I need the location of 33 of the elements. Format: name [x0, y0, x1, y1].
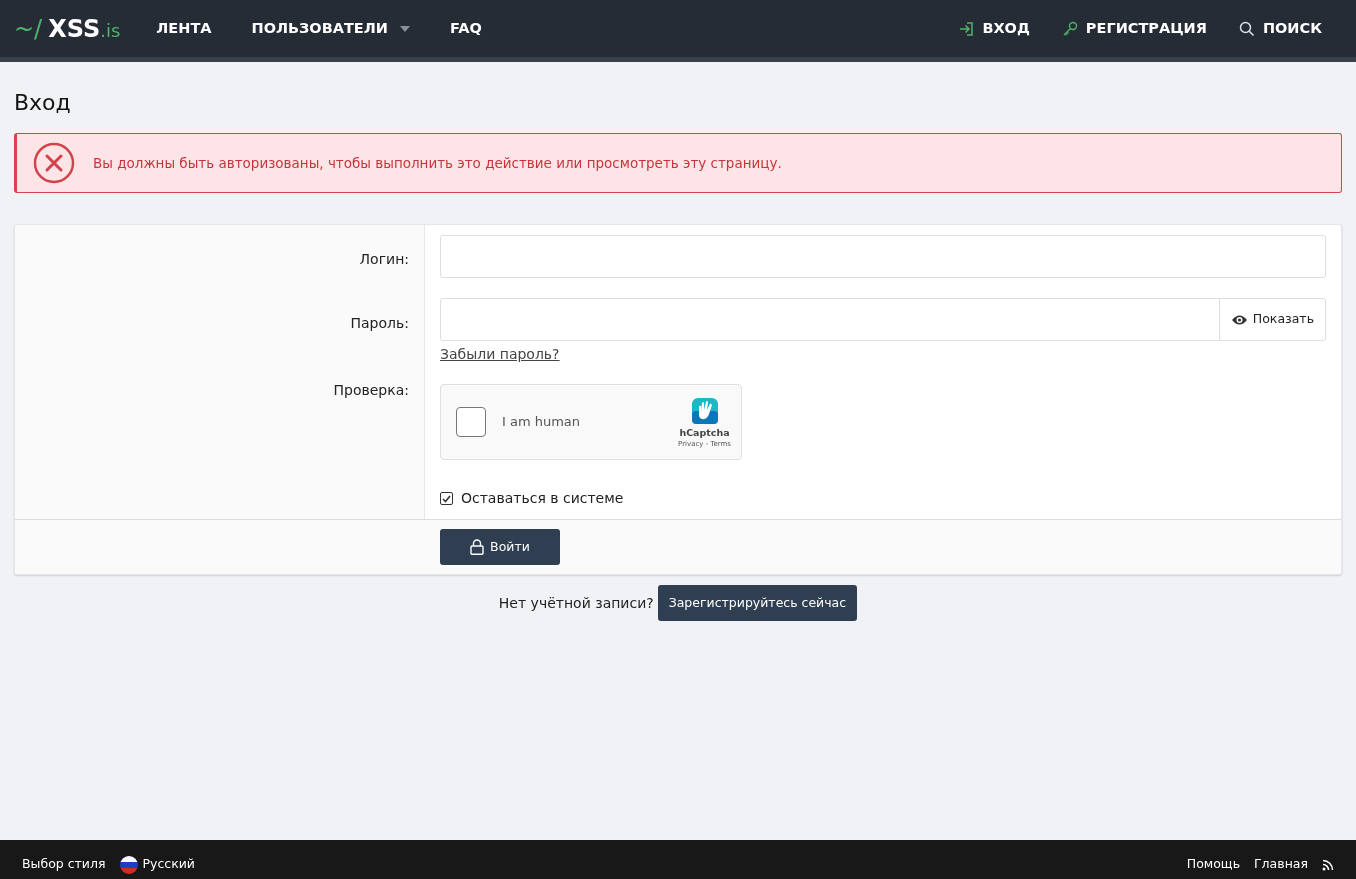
nav-tab[interactable]: ПОЛЬЗОВАТЕЛИ: [231, 0, 430, 57]
login-submit-button[interactable]: Войти: [440, 529, 560, 565]
language-link[interactable]: Русский: [119, 855, 195, 874]
nav-tab[interactable]: ЛЕНТА: [136, 0, 232, 57]
register-now-button[interactable]: Зарегистрируйтесь сейчас: [657, 585, 858, 621]
register-prompt: Нет учётной записи?: [498, 593, 654, 613]
russian-flag-icon: [119, 855, 138, 874]
field-label: Проверка:: [333, 381, 409, 400]
captcha-label: I am human: [502, 413, 582, 432]
enter-arrow-icon: [958, 20, 975, 37]
remember-checkbox[interactable]: [440, 492, 453, 505]
lock-icon: [470, 539, 485, 555]
footer-link[interactable]: Выбор стиля: [22, 855, 106, 874]
field-label: Логин:: [359, 250, 409, 269]
site-logo[interactable]: ~/ XSS.is: [0, 10, 137, 47]
captcha-checkbox[interactable]: [456, 407, 486, 437]
rss-icon[interactable]: [1322, 858, 1334, 871]
field-label: Пароль:: [350, 314, 409, 333]
key-icon: [1061, 20, 1078, 37]
remember-label: Оставаться в системе: [461, 489, 624, 508]
login-input-field[interactable]: [440, 235, 1326, 278]
nav-link[interactable]: РЕГИСТРАЦИЯ: [1045, 0, 1223, 57]
nav-link[interactable]: ВХОД: [942, 0, 1046, 57]
alert-message: Вы должны быть авторизованы, чтобы выполнить это действие или просмотреть эту страницу.: [93, 153, 782, 173]
captcha-brand: hCaptcha: [679, 426, 730, 439]
footer-link[interactable]: Главная: [1254, 855, 1308, 874]
search-icon: [1238, 20, 1255, 37]
footer-link[interactable]: Помощь: [1186, 855, 1240, 874]
page-title: Вход: [14, 89, 72, 117]
error-circle-icon: [33, 142, 75, 184]
nav-tab[interactable]: FAQ: [429, 0, 502, 57]
nav-link[interactable]: ПОИСК: [1222, 0, 1338, 57]
forgot-password-link[interactable]: Забыли пароль?: [440, 344, 560, 365]
